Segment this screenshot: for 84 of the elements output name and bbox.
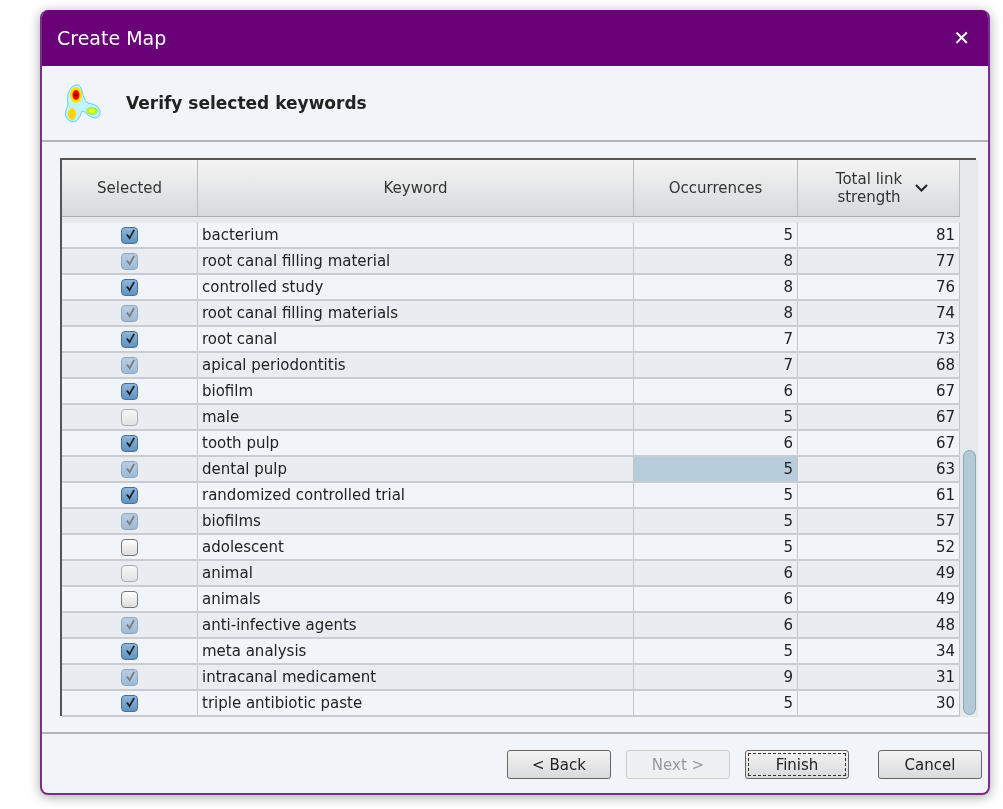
keyword-cell: triple antibiotic paste [202,694,363,712]
occurrences-cell[interactable]: 6 [634,587,798,611]
occurrences-cell[interactable]: 5 [634,535,798,559]
checkbox[interactable] [121,486,138,504]
density-map-icon [62,81,104,125]
column-header[interactable]: Total link strength [829,170,909,206]
keyword-cell: dental pulp [202,460,287,478]
checkbox[interactable] [121,564,138,582]
keyword-cell: root canal [202,330,278,348]
occurrences-cell[interactable]: 9 [634,665,798,689]
occurrences-cell[interactable]: 7 [634,327,798,351]
checkbox[interactable] [121,616,138,634]
scrollbar-thumb[interactable] [963,450,976,715]
keyword-cell: intracanal medicament [202,668,377,686]
keyword-cell: controlled study [202,278,324,296]
checkbox[interactable] [121,668,138,686]
column-header[interactable]: Occurrences [634,160,798,216]
checkmark-icon [125,384,136,396]
occurrences-cell[interactable]: 5 [634,457,798,481]
checkmark-icon [125,358,136,370]
checkbox[interactable] [121,590,138,608]
checkmark-icon [125,280,136,292]
wizard-button[interactable]: < Back [507,750,611,779]
step-heading: Verify selected keywords [126,93,367,113]
keyword-cell: tooth pulp [202,434,280,452]
wizard-button[interactable]: Cancel [878,750,982,779]
wizard-button[interactable]: Finish [745,750,849,779]
occurrences-cell[interactable]: 5 [634,223,798,247]
checkmark-icon [125,254,136,266]
checkmark-icon [125,514,136,526]
checkmark-icon [125,488,136,500]
checkbox[interactable] [121,304,138,322]
column-header[interactable]: Keyword [198,160,634,216]
keyword-cell: biofilms [202,512,261,530]
checkbox[interactable] [121,434,138,452]
checkmark-icon [125,670,136,682]
checkmark-icon [125,644,136,656]
checkbox[interactable] [121,330,138,348]
checkmark-icon [125,618,136,630]
checkbox[interactable] [121,382,138,400]
occurrences-cell[interactable]: 6 [634,613,798,637]
occurrences-cell[interactable]: 5 [634,691,798,715]
checkbox[interactable] [121,226,138,244]
checkmark-icon [125,228,136,240]
occurrences-cell[interactable]: 8 [634,301,798,325]
checkbox[interactable] [121,408,138,426]
keyword-cell: meta analysis [202,642,307,660]
checkbox[interactable] [121,460,138,478]
occurrences-cell[interactable]: 6 [634,561,798,585]
checkbox[interactable] [121,642,138,660]
occurrences-cell[interactable]: 5 [634,509,798,533]
occurrences-cell[interactable]: 5 [634,405,798,429]
occurrences-cell[interactable]: 8 [634,249,798,273]
window-title: Create Map [57,27,167,49]
checkmark-icon [125,462,136,474]
checkbox[interactable] [121,356,138,374]
occurrences-cell[interactable]: 5 [634,639,798,663]
checkmark-icon [125,436,136,448]
keyword-cell: root canal filling material [202,252,391,270]
checkbox[interactable] [121,252,138,270]
keyword-cell: biofilm [202,382,254,400]
checkmark-icon [125,306,136,318]
keyword-cell: anti-infective agents [202,616,357,634]
keyword-cell: animals [202,590,261,608]
close-button[interactable]: ✕ [947,24,976,52]
keyword-cell: root canal filling materials [202,304,399,322]
keyword-cell: apical periodontitis [202,356,346,374]
occurrences-cell[interactable]: 7 [634,353,798,377]
checkbox[interactable] [121,512,138,530]
occurrences-cell[interactable]: 6 [634,431,798,455]
keyword-cell: adolescent [202,538,284,556]
keyword-cell: bacterium [202,226,279,244]
checkbox[interactable] [121,278,138,296]
occurrences-cell[interactable]: 8 [634,275,798,299]
occurrences-cell[interactable]: 5 [634,483,798,507]
checkmark-icon [125,696,136,708]
keyword-cell: randomized controlled trial [202,486,405,504]
column-header[interactable]: Selected [62,160,198,216]
keyword-cell: animal [202,564,253,582]
checkbox[interactable] [121,538,138,556]
occurrences-cell[interactable]: 6 [634,379,798,403]
checkbox[interactable] [121,694,138,712]
checkmark-icon [125,332,136,344]
keyword-cell: male [202,408,240,426]
